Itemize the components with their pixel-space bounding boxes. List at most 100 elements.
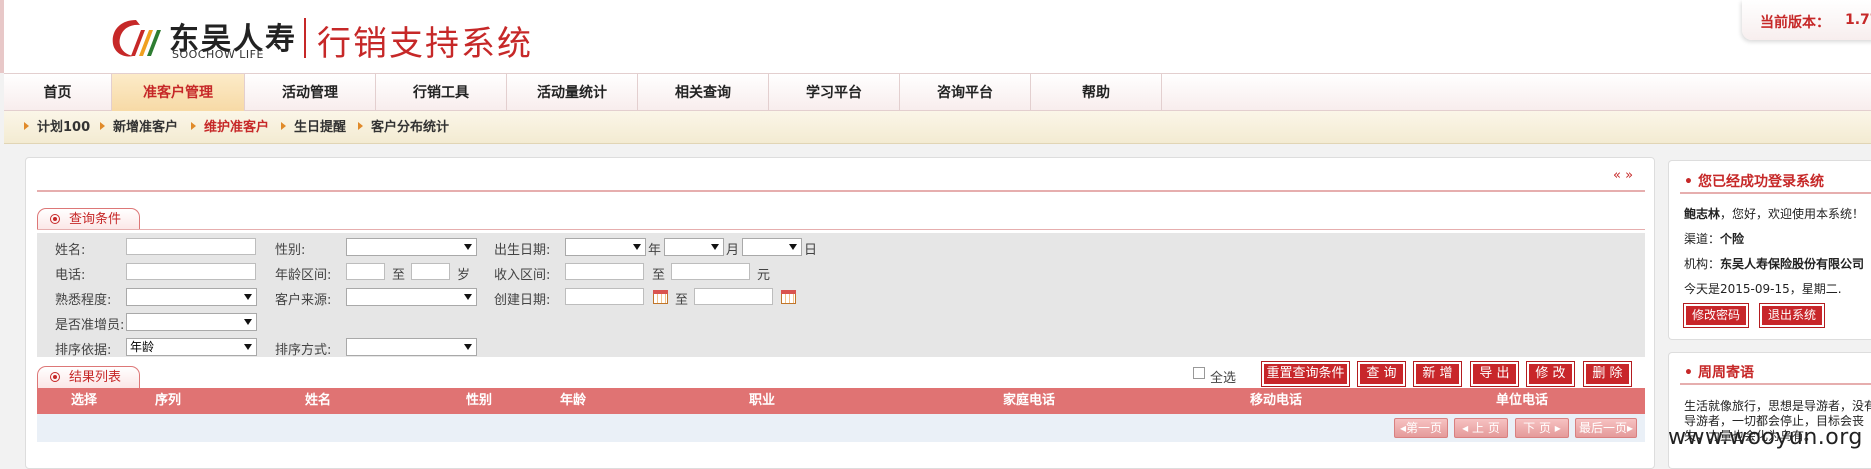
nav-item-activity-stats[interactable]: 活动量统计 (507, 74, 638, 112)
date-text: 今天是2015-09-15，星期二. (1684, 282, 1842, 296)
query-section-title: 查询条件 (69, 212, 122, 227)
radio-bullet-icon (50, 214, 60, 224)
column-header-work-phone: 单位电话 (1496, 393, 1549, 408)
collapse-toggle[interactable]: « » (1613, 168, 1633, 183)
arrow-right-icon (24, 122, 29, 130)
next-page-button[interactable]: 下 页 ▸ (1515, 418, 1569, 438)
nav-item-home[interactable]: 首页 (4, 74, 112, 112)
arrow-right-icon (100, 122, 105, 130)
query-button[interactable]: 查 询 (1358, 362, 1405, 386)
chevron-down-icon (244, 319, 252, 325)
watermark: www.wooyun.org (1668, 425, 1863, 450)
subnav-item-customer-distribution[interactable]: 客户分布统计 (358, 111, 449, 144)
sort-order-select[interactable] (346, 338, 477, 356)
is-candidate-select[interactable] (126, 313, 257, 331)
income-range-label: 收入区间: (494, 268, 551, 283)
subnav-item-maintain-prospect[interactable]: 维护准客户 (191, 111, 269, 144)
change-password-button[interactable]: 修改密码 (1684, 304, 1749, 327)
chevron-down-icon (464, 294, 472, 300)
export-button[interactable]: 导 出 (1471, 362, 1518, 386)
nav-item-learning-platform[interactable]: 学习平台 (769, 74, 900, 112)
results-section-tab: 结果列表 (37, 366, 140, 388)
nav-item-related-query[interactable]: 相关查询 (638, 74, 769, 112)
gender-select[interactable] (346, 238, 477, 256)
channel-value: 个险 (1720, 232, 1745, 246)
age-max-input[interactable] (411, 263, 450, 280)
phone-input[interactable] (126, 263, 256, 280)
sort-by-select[interactable]: 年龄 (126, 338, 257, 356)
main-nav: 首页 准客户管理 活动管理 行销工具 活动量统计 相关查询 学习平台 咨询平台 … (4, 73, 1871, 112)
age-to-label: 至 (392, 268, 406, 283)
column-header-gender: 性别 (466, 393, 493, 408)
income-max-input[interactable] (671, 263, 750, 280)
version-value: 1.77 (1845, 12, 1871, 28)
login-info-title: 您已经成功登录系统 (1684, 171, 1824, 191)
subnav-item-label: 客户分布统计 (371, 120, 450, 135)
subnav-item-birthday-reminder[interactable]: 生日提醒 (281, 111, 346, 144)
age-unit: 岁 (457, 268, 471, 283)
created-date-from-input[interactable] (565, 288, 644, 305)
familiarity-select[interactable] (126, 288, 257, 306)
created-date-to-input[interactable] (694, 288, 773, 305)
nav-item-consult-platform[interactable]: 咨询平台 (900, 74, 1031, 112)
column-header-name: 姓名 (305, 393, 332, 408)
customer-source-label: 客户来源: (275, 293, 332, 308)
panel-top-rule (37, 190, 1645, 192)
phone-label: 电话: (55, 268, 86, 283)
subnav-item-label: 计划100 (37, 120, 91, 135)
arrow-right-icon (191, 122, 196, 130)
user-name: 鲍志林 (1684, 207, 1721, 221)
nav-item-activity-management[interactable]: 活动管理 (245, 74, 376, 112)
org-text: 机构：东吴人寿保险股份有限公司 (1684, 255, 1864, 272)
welcome-message: ，您好，欢迎使用本系统！ (1720, 207, 1865, 221)
sort-by-label: 排序依据: (55, 343, 112, 358)
income-min-input[interactable] (565, 263, 644, 280)
sort-order-label: 排序方式: (275, 343, 332, 358)
version-label: 当前版本： (1760, 15, 1830, 31)
calendar-icon[interactable] (653, 290, 668, 304)
subnav-item-label: 生日提醒 (294, 120, 347, 135)
first-page-button[interactable]: ◂第一页 (1394, 418, 1448, 438)
nav-item-prospect-management[interactable]: 准客户管理 (112, 74, 245, 112)
reset-query-button[interactable]: 重置查询条件 (1262, 362, 1349, 386)
day-unit: 日 (804, 243, 818, 258)
org-value: 东吴人寿保险股份有限公司 (1720, 257, 1865, 271)
month-unit: 月 (726, 243, 740, 258)
arrow-right-icon (358, 122, 363, 130)
logout-button[interactable]: 退出系统 (1760, 304, 1825, 327)
subnav-item-add-prospect[interactable]: 新增准客户 (100, 111, 178, 144)
subnav-item-label: 维护准客户 (204, 120, 270, 135)
results-section-title: 结果列表 (69, 370, 122, 385)
birth-date-label: 出生日期: (494, 243, 551, 258)
last-page-button[interactable]: 最后一页▸ (1575, 418, 1637, 438)
brand-name-en: SOOCHOW LIFE (172, 48, 264, 61)
add-button[interactable]: 新 增 (1414, 362, 1461, 386)
edit-button[interactable]: 修 改 (1527, 362, 1574, 386)
subnav-item-label: 新增准客户 (113, 120, 179, 135)
arrow-right-icon (281, 122, 286, 130)
created-date-label: 创建日期: (494, 293, 551, 308)
system-title: 行销支持系统 (317, 24, 533, 64)
birth-month-select[interactable] (664, 238, 724, 256)
select-all-checkbox[interactable] (1193, 367, 1205, 379)
weekly-message-rule (1680, 383, 1871, 385)
calendar-icon[interactable] (781, 290, 796, 304)
is-candidate-label: 是否准增员: (55, 318, 125, 333)
org-label: 机构： (1684, 257, 1721, 271)
column-header-age: 年龄 (560, 393, 587, 408)
customer-source-select[interactable] (346, 288, 477, 306)
chevron-down-icon (789, 244, 797, 250)
nav-item-sales-tools[interactable]: 行销工具 (376, 74, 507, 112)
birth-year-select[interactable] (565, 238, 646, 256)
name-label: 姓名: (55, 243, 86, 258)
subnav-item-plan100[interactable]: 计划100 (24, 111, 90, 144)
delete-button[interactable]: 删 除 (1584, 362, 1631, 386)
prev-page-button[interactable]: ◂ 上 页 (1454, 418, 1508, 438)
name-input[interactable] (126, 238, 256, 255)
birth-day-select[interactable] (742, 238, 802, 256)
query-section-tab: 查询条件 (37, 208, 140, 230)
nav-item-help[interactable]: 帮助 (1031, 74, 1162, 112)
age-min-input[interactable] (346, 263, 385, 280)
sort-by-value: 年龄 (130, 340, 155, 354)
query-section-rule (37, 229, 1645, 230)
